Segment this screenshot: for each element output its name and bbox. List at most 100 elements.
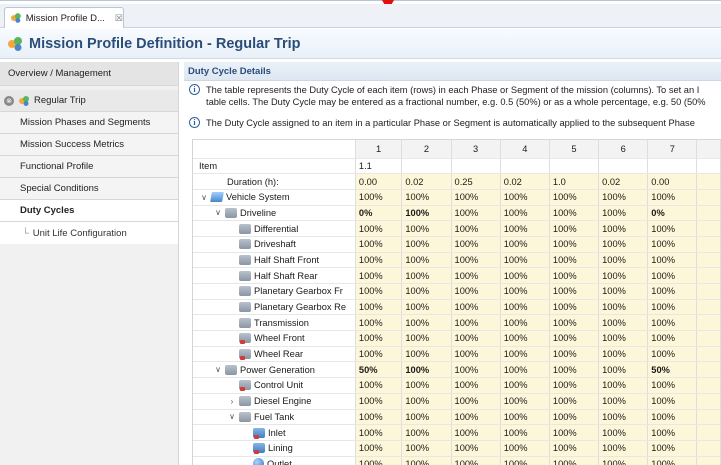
sidebar-item-functional-profile[interactable]: Functional Profile (0, 156, 178, 178)
duty-cycle-cell[interactable]: 100% (401, 267, 452, 284)
duty-cycle-cell[interactable]: 100% (401, 189, 452, 206)
duty-cycle-cell[interactable]: 100% (355, 409, 403, 426)
duty-cycle-cell[interactable]: 100% (401, 220, 452, 237)
duration-cell[interactable]: 0.00 (355, 173, 403, 190)
duty-cycle-cell[interactable]: 100% (451, 283, 501, 300)
duty-cycle-cell[interactable]: 100% (500, 409, 550, 426)
duty-cycle-cell[interactable]: 50% (647, 361, 698, 379)
duty-cycle-cell[interactable]: 100% (549, 220, 600, 237)
duty-cycle-cell[interactable]: 100% (598, 220, 649, 237)
duty-cycle-cell[interactable]: 100% (500, 267, 550, 284)
duty-cycle-cell[interactable]: 100% (401, 252, 452, 269)
duty-cycle-cell[interactable]: 100% (500, 424, 550, 441)
duty-cycle-cell[interactable]: 100% (598, 283, 649, 300)
duty-cycle-cell[interactable]: 100% (355, 283, 403, 300)
duty-cycle-cell[interactable]: 100% (549, 267, 600, 284)
tree-cell[interactable]: Half Shaft Front (193, 252, 356, 269)
tree-cell[interactable]: Inlet (193, 424, 356, 441)
duty-cycle-cell[interactable]: 100% (355, 220, 403, 237)
duty-cycle-cell[interactable]: 100% (647, 330, 698, 347)
duty-cycle-cell[interactable]: 100% (647, 267, 698, 284)
column-header-6[interactable]: 6 (598, 140, 649, 159)
duty-cycle-cell[interactable]: 100% (401, 330, 452, 347)
duty-cycle-cell[interactable]: 100% (549, 456, 600, 465)
duty-cycle-cell[interactable]: 100% (500, 330, 550, 347)
duty-cycle-cell[interactable]: 100% (355, 377, 403, 394)
duty-cycle-cell[interactable]: 100% (451, 346, 501, 363)
duty-cycle-cell[interactable]: 100% (355, 330, 403, 347)
duty-cycle-cell[interactable]: 100% (451, 299, 501, 316)
duty-cycle-cell[interactable]: 100% (451, 393, 501, 410)
editor-tab[interactable]: Mission Profile D... ☒ (4, 7, 124, 28)
duty-cycle-cell[interactable]: 100% (355, 456, 403, 465)
tree-cell[interactable]: ∨ Driveline (193, 205, 356, 222)
duty-cycle-cell[interactable]: 100% (549, 409, 600, 426)
duty-cycle-cell[interactable]: 100% (401, 393, 452, 410)
duty-cycle-cell[interactable]: 100% (549, 330, 600, 347)
duty-cycle-cell[interactable]: 100% (549, 236, 600, 253)
sidebar-item-regular-trip[interactable]: ⊗ Regular Trip (0, 90, 178, 112)
duty-cycle-cell[interactable]: 100% (549, 189, 600, 206)
sidebar-item-mission-success[interactable]: Mission Success Metrics (0, 134, 178, 156)
duty-cycle-cell[interactable]: 100% (598, 393, 649, 410)
duty-cycle-cell[interactable]: 100% (500, 189, 550, 206)
tree-cell[interactable]: Wheel Rear (193, 346, 356, 363)
tree-cell[interactable]: ∨ Fuel Tank (193, 409, 356, 426)
duty-cycle-cell[interactable]: 100% (500, 205, 550, 222)
duty-cycle-cell[interactable]: 100% (451, 252, 501, 269)
sidebar-item-unit-life[interactable]: └ Unit Life Configuration (0, 222, 178, 244)
duty-cycle-cell[interactable]: 100% (598, 267, 649, 284)
duty-cycle-cell[interactable]: 100% (598, 456, 649, 465)
duty-cycle-cell[interactable]: 100% (401, 236, 452, 253)
duty-cycle-cell[interactable]: 100% (647, 299, 698, 316)
duty-cycle-cell[interactable]: 100% (647, 346, 698, 363)
duty-cycle-cell[interactable]: 100% (401, 346, 452, 363)
duty-cycle-cell[interactable]: 100% (401, 409, 452, 426)
chevron-down-icon[interactable]: ∨ (228, 412, 236, 421)
duty-cycle-cell[interactable]: 100% (647, 252, 698, 269)
duty-cycle-cell[interactable]: 100% (647, 220, 698, 237)
duty-cycle-cell[interactable]: 100% (549, 377, 600, 394)
duty-cycle-cell[interactable]: 100% (355, 299, 403, 316)
duty-cycle-cell[interactable]: 100% (598, 424, 649, 441)
duty-cycle-cell[interactable]: 100% (401, 377, 452, 394)
chevron-right-icon[interactable]: › (228, 397, 236, 406)
tree-cell[interactable]: Planetary Gearbox Fr (193, 283, 356, 300)
duty-cycle-cell[interactable]: 100% (451, 456, 501, 465)
duty-cycle-cell[interactable]: 100% (500, 252, 550, 269)
duty-cycle-cell[interactable]: 100% (598, 330, 649, 347)
duty-cycle-cell[interactable]: 100% (598, 409, 649, 426)
duty-cycle-cell[interactable]: 0% (355, 205, 403, 222)
duty-cycle-cell[interactable]: 100% (598, 440, 649, 457)
duty-cycle-cell[interactable]: 100% (355, 236, 403, 253)
duty-cycle-cell[interactable]: 100% (451, 189, 501, 206)
tree-cell[interactable]: ∨ Power Generation (193, 361, 356, 379)
duty-cycle-cell[interactable]: 100% (647, 393, 698, 410)
duty-cycle-cell[interactable]: 100% (451, 409, 501, 426)
tree-cell[interactable]: ∨ Vehicle System (193, 189, 356, 206)
duty-cycle-cell[interactable]: 100% (598, 314, 649, 332)
duty-cycle-cell[interactable]: 100% (401, 299, 452, 316)
duty-cycle-cell[interactable]: 100% (598, 205, 649, 222)
duty-cycle-cell[interactable]: 100% (500, 220, 550, 237)
duty-cycle-cell[interactable]: 100% (355, 346, 403, 363)
duty-cycle-cell[interactable]: 100% (598, 346, 649, 363)
duty-cycle-cell[interactable]: 100% (549, 299, 600, 316)
duty-cycle-cell[interactable]: 50% (355, 361, 403, 379)
column-header-1[interactable]: 1 (355, 140, 403, 159)
column-header-5[interactable]: 5 (549, 140, 600, 159)
duty-cycle-cell[interactable]: 100% (500, 299, 550, 316)
chevron-down-icon[interactable]: ∨ (200, 193, 208, 202)
duty-cycle-cell[interactable]: 100% (549, 361, 600, 379)
chevron-down-icon[interactable]: ∨ (214, 208, 222, 217)
duty-cycle-cell[interactable]: 100% (500, 393, 550, 410)
duty-cycle-cell[interactable]: 100% (598, 299, 649, 316)
duration-cell[interactable]: 0.02 (598, 173, 649, 190)
tree-cell[interactable]: Differential (193, 220, 356, 237)
duty-cycle-cell[interactable]: 100% (549, 205, 600, 222)
duty-cycle-cell[interactable]: 100% (451, 314, 501, 332)
duty-cycle-cell[interactable]: 100% (401, 361, 452, 379)
duty-cycle-cell[interactable]: 100% (647, 236, 698, 253)
duty-cycle-cell[interactable]: 100% (500, 314, 550, 332)
duty-cycle-cell[interactable]: 100% (500, 361, 550, 379)
